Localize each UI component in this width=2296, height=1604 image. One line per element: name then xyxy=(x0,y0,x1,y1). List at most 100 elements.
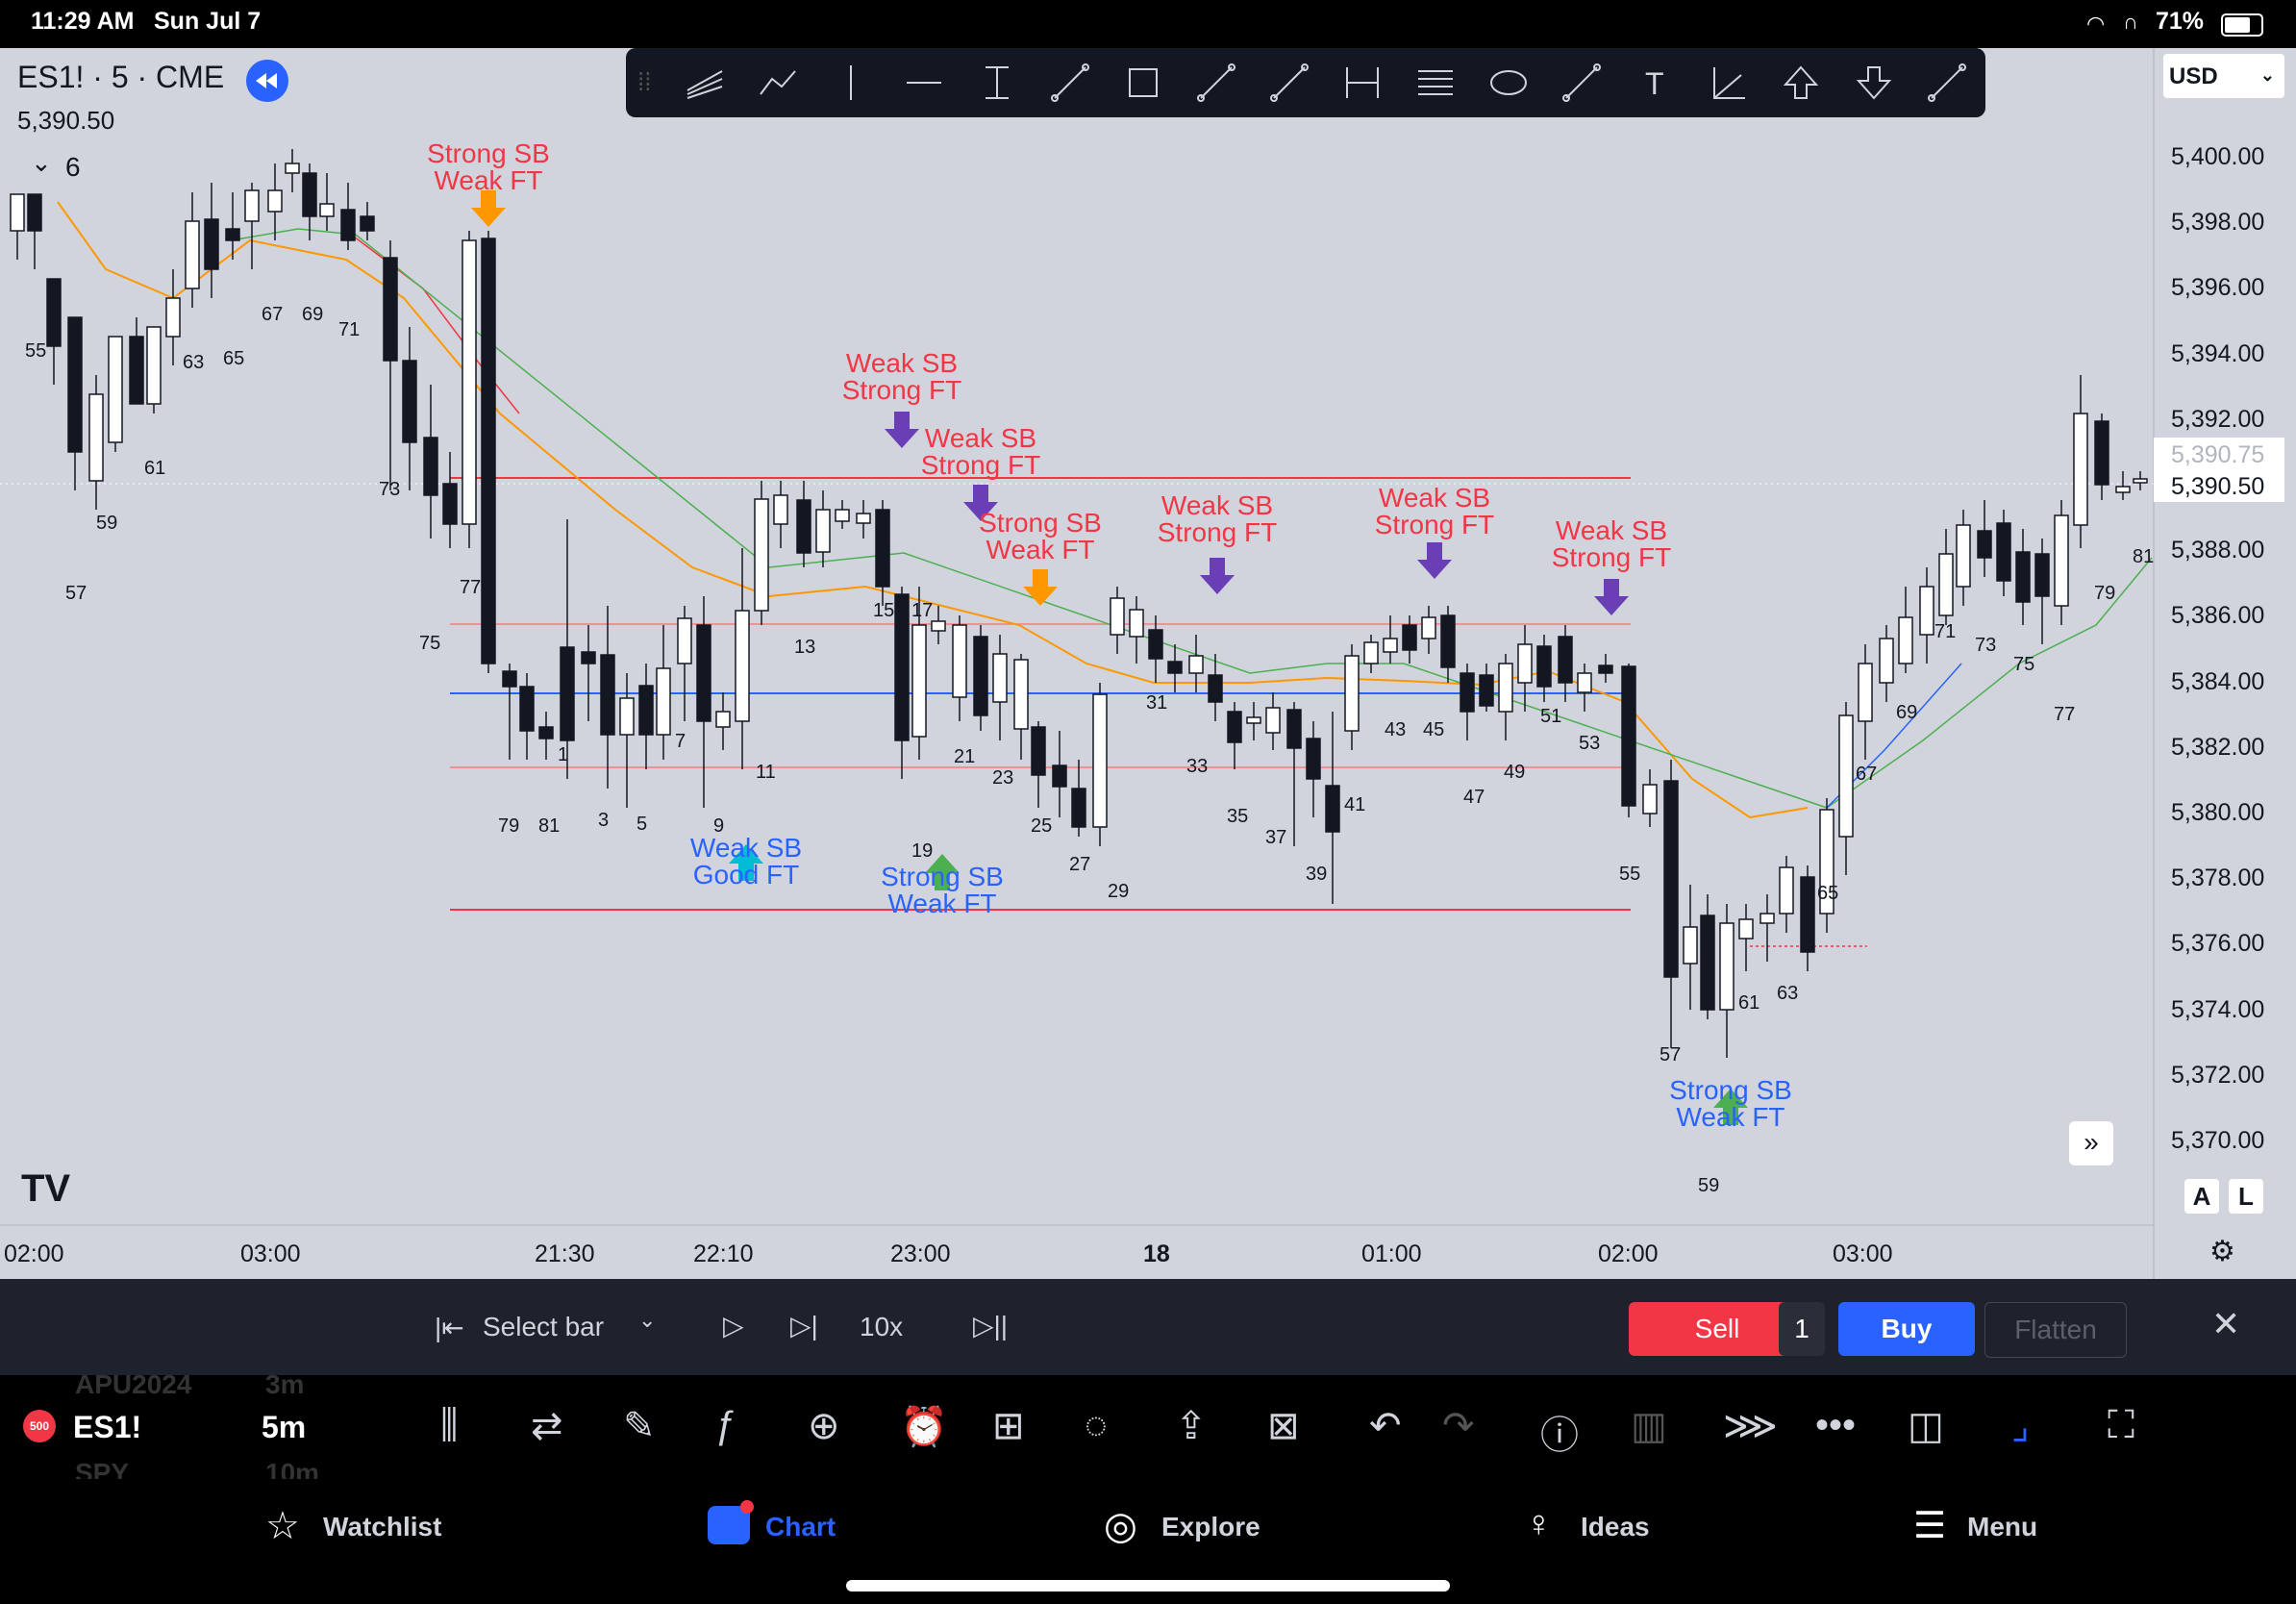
bar-number: 71 xyxy=(1934,621,1957,642)
flatten-button[interactable]: Flatten xyxy=(1984,1302,2127,1358)
arrow-up-marker-icon[interactable] xyxy=(1780,62,1822,104)
candles-icon[interactable]: ⫼ xyxy=(440,1404,488,1452)
arrow-down-icon xyxy=(1594,579,1629,615)
candle-body xyxy=(204,218,219,270)
bar-number: 67 xyxy=(1856,764,1878,785)
bar-number: 41 xyxy=(1344,794,1366,815)
more-icon[interactable]: ••• xyxy=(1815,1404,1863,1452)
select-bar-icon[interactable]: |⇤ xyxy=(435,1312,464,1343)
share-icon[interactable]: ⇪ xyxy=(1175,1404,1223,1452)
candle-body xyxy=(560,646,575,741)
price-axis-label: 5,396.00 xyxy=(2171,274,2265,302)
ray-icon[interactable] xyxy=(1560,62,1603,104)
tab-watchlist[interactable]: Watchlist xyxy=(323,1512,441,1542)
candle-body xyxy=(1938,553,1954,616)
fullscreen-icon[interactable]: ⛶ xyxy=(2108,1404,2156,1452)
jump-to-realtime-icon[interactable]: ▷|| xyxy=(973,1310,1008,1341)
rewind-button[interactable] xyxy=(246,60,288,102)
arrow-line-icon[interactable] xyxy=(1195,62,1237,104)
undo-icon[interactable]: ↶ xyxy=(1369,1404,1417,1452)
symbol-title[interactable]: ES1! · 5 · CME xyxy=(17,60,224,95)
arrow-down-marker-icon[interactable] xyxy=(1853,62,1895,104)
candle-body xyxy=(754,498,769,612)
bar-number: 35 xyxy=(1227,806,1249,827)
chevron-down-icon[interactable]: ⌄ xyxy=(638,1308,656,1333)
layouts-icon[interactable]: ⊞ xyxy=(992,1404,1040,1452)
candle-body xyxy=(129,336,144,405)
candle-body xyxy=(835,509,850,522)
alert-icon[interactable]: ⏰ xyxy=(900,1404,948,1452)
chevron-down-icon[interactable]: ⌄ xyxy=(31,148,52,178)
lightbulb-icon[interactable]: ♀ xyxy=(1525,1504,1571,1550)
tab-ideas[interactable]: Ideas xyxy=(1581,1512,1650,1542)
candle-body xyxy=(1421,616,1436,639)
brush-icon[interactable]: ✎ xyxy=(623,1404,671,1452)
currency-select[interactable]: USD ⌄ xyxy=(2163,54,2284,98)
candle-body xyxy=(619,697,635,736)
quantity-field[interactable]: 1 xyxy=(1779,1302,1825,1356)
path-icon[interactable] xyxy=(1268,62,1310,104)
buy-button[interactable]: Buy xyxy=(1838,1302,1975,1356)
auto-scale-button[interactable]: A xyxy=(2184,1179,2219,1214)
toolbar-interval[interactable]: 5m xyxy=(262,1410,306,1445)
annotation-label: Weak SB Strong FT xyxy=(1131,492,1304,546)
toolbar-drag-handle-icon[interactable]: ⁞⁞ xyxy=(637,67,651,97)
replay-speed[interactable]: 10x xyxy=(860,1312,903,1342)
vertical-range-icon[interactable] xyxy=(976,62,1018,104)
bar-number: 43 xyxy=(1385,719,1407,740)
ideas-bulb-icon[interactable]: ◌ xyxy=(1085,1404,1133,1452)
split-view-icon[interactable]: ◫ xyxy=(1908,1404,1956,1452)
select-bar-button[interactable]: Select bar xyxy=(483,1312,604,1342)
candle-body xyxy=(1838,714,1854,838)
indicators-icon[interactable]: ƒ xyxy=(715,1404,763,1452)
zigzag-icon[interactable] xyxy=(757,62,799,104)
price-chart[interactable] xyxy=(0,48,2296,1279)
multi-line-icon[interactable] xyxy=(684,62,726,104)
clear-icon[interactable]: ⊠ xyxy=(1267,1404,1315,1452)
settings-gear-icon[interactable]: ⚙ xyxy=(2209,1235,2235,1268)
bar-number: 39 xyxy=(1306,864,1328,885)
date-range-icon[interactable] xyxy=(1341,62,1384,104)
tab-chart[interactable]: Chart xyxy=(765,1512,836,1542)
replay-icon[interactable]: ⇄ xyxy=(531,1404,579,1452)
star-icon[interactable]: ☆ xyxy=(265,1504,312,1550)
bar-number: 31 xyxy=(1146,692,1168,714)
menu-icon[interactable]: ☰ xyxy=(1913,1504,1959,1550)
annotation-line2: Weak FT xyxy=(434,165,543,195)
log-scale-button[interactable]: L xyxy=(2229,1179,2263,1214)
tab-explore[interactable]: Explore xyxy=(1161,1512,1260,1542)
close-icon[interactable]: ✕ xyxy=(2211,1304,2240,1344)
annotation-label: Strong SB Weak FT xyxy=(954,510,1127,564)
info-icon[interactable]: ⓘ xyxy=(1540,1404,1588,1457)
play-icon[interactable]: ▷ xyxy=(723,1310,744,1341)
tab-menu[interactable]: Menu xyxy=(1967,1512,2037,1542)
angle-icon[interactable] xyxy=(1707,62,1749,104)
svg-text:T: T xyxy=(1645,66,1664,101)
compass-icon[interactable]: ◎ xyxy=(1104,1504,1150,1550)
annotation-line1: Strong SB xyxy=(1669,1075,1792,1105)
annotation-line2: Weak FT xyxy=(887,889,997,918)
rectangle-icon[interactable] xyxy=(1122,62,1164,104)
text-icon[interactable]: T xyxy=(1634,62,1676,104)
ellipse-icon[interactable] xyxy=(1487,62,1530,104)
toolbar-symbol[interactable]: ES1! xyxy=(73,1410,141,1445)
collapse-icon[interactable]: ⌟ xyxy=(2011,1404,2059,1452)
trend-line-icon[interactable] xyxy=(1049,62,1091,104)
redo-icon[interactable]: ↷ xyxy=(1442,1404,1490,1452)
vertical-line-icon[interactable] xyxy=(830,62,872,104)
candle-body xyxy=(952,624,967,698)
volume-icon[interactable]: ▥ xyxy=(1631,1404,1679,1452)
candle-body xyxy=(2133,478,2148,484)
measure-icon[interactable] xyxy=(1926,62,1968,104)
scroll-to-realtime-button[interactable]: » xyxy=(2069,1121,2113,1165)
chart-area[interactable]: ES1! · 5 · CME 5,390.50 ⌄ 6 ⁞⁞ T USD ⌄ 5,… xyxy=(0,48,2296,1279)
indicator-count[interactable]: 6 xyxy=(65,152,81,183)
horizontal-line-icon[interactable] xyxy=(903,62,945,104)
replay-toolbar: |⇤ Select bar ⌄ ▷ ▷| 10x ▷|| Sell 1 Buy … xyxy=(0,1279,2296,1375)
add-icon[interactable]: ⊕ xyxy=(808,1404,856,1452)
price-axis-label: 5,394.00 xyxy=(2171,339,2265,367)
annotation-line1: Weak SB xyxy=(1555,515,1668,545)
step-forward-icon[interactable]: ▷| xyxy=(790,1310,818,1341)
compare-icon[interactable]: ⋙ xyxy=(1723,1404,1778,1452)
parallel-lines-icon[interactable] xyxy=(1414,62,1457,104)
